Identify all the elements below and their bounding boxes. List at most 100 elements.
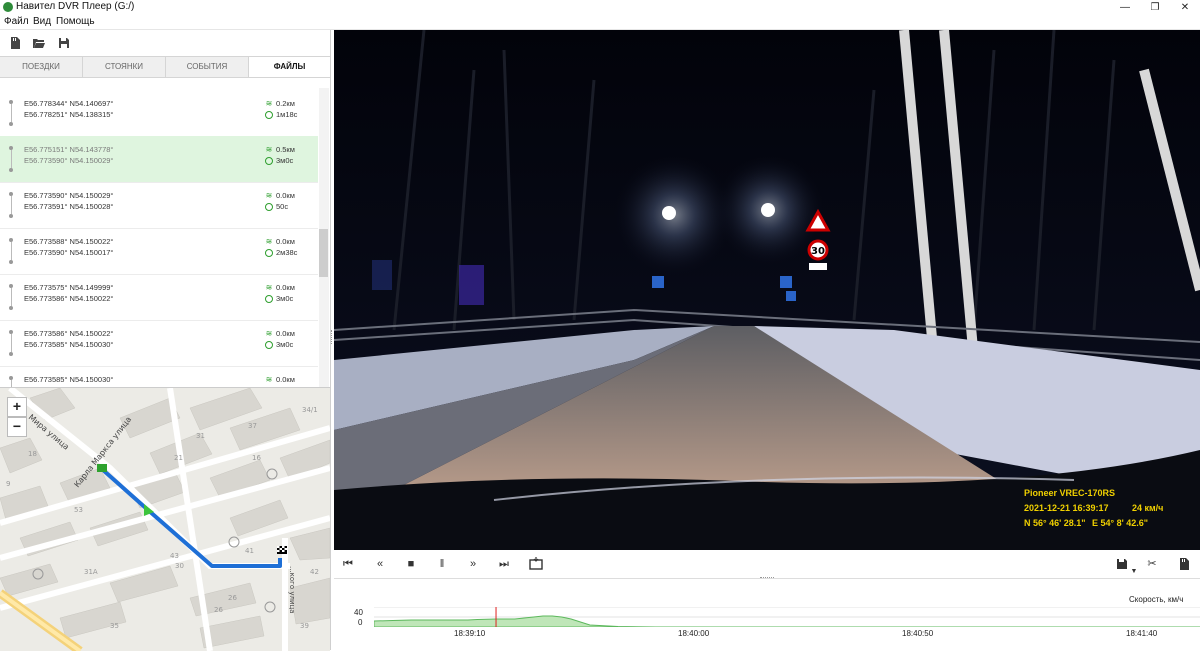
house-number: 35 <box>110 622 119 630</box>
trip-row[interactable]: E56.773585° N54.150030° ≋ 0.0км <box>0 366 318 388</box>
trip-duration: 3м0с <box>276 340 294 349</box>
menu-view[interactable]: Вид <box>33 16 51 27</box>
trip-distance: 0.0км <box>276 237 295 246</box>
minimize-button[interactable]: — <box>1110 0 1140 15</box>
sd-card-icon[interactable] <box>1176 556 1192 572</box>
trip-distance: 0.0км <box>276 283 295 292</box>
x-tick-label: 18:39:10 <box>454 629 486 638</box>
x-tick-label: 18:40:00 <box>678 629 710 638</box>
trip-duration: 3м0с <box>276 156 294 165</box>
maximize-button[interactable]: ❐ <box>1140 0 1170 15</box>
trip-duration: 1м18с <box>276 110 298 119</box>
house-number: 9 <box>6 480 10 488</box>
trip-row[interactable]: E56.773590° N54.150029° E56.773591° N54.1… <box>0 182 318 229</box>
trip-distance: 0.0км <box>276 191 295 200</box>
house-number: 42 <box>310 568 319 576</box>
trip-end-coord: E56.773590° N54.150029° <box>24 156 114 165</box>
house-number: 26 <box>214 606 223 614</box>
clock-icon <box>265 203 273 211</box>
trip-row[interactable]: E56.773586° N54.150022° E56.773585° N54.1… <box>0 320 318 367</box>
route-map[interactable]: Мира улица Карла Маркса улица ...кого ул… <box>0 387 330 651</box>
map-canvas: Мира улица Карла Маркса улица ...кого ул… <box>0 388 330 651</box>
trip-start-coord: E56.773588° N54.150022° <box>24 237 114 246</box>
tab-events[interactable]: СОБЫТИЯ <box>166 57 249 77</box>
list-scrollbar-thumb[interactable] <box>319 229 328 277</box>
menu-help[interactable]: Помощь <box>56 16 95 27</box>
stop-icon[interactable]: ■ <box>403 556 419 572</box>
osd-datetime: 2021-12-21 16:39:17 <box>1024 503 1109 513</box>
trip-row[interactable]: E56.773575° N54.149999° E56.773586° N54.1… <box>0 274 318 321</box>
trip-list: E56.778344° N54.140697° E56.778251° N54.1… <box>0 88 320 388</box>
distance-icon: ≋ <box>265 375 273 384</box>
distance-icon: ≋ <box>265 329 273 338</box>
trip-distance: 0.2км <box>276 99 295 108</box>
y-tick-label: 40 <box>354 608 363 617</box>
trip-distance: 0.5км <box>276 145 295 154</box>
route-endpoints-icon <box>9 146 13 172</box>
route-endpoints-icon <box>9 330 13 356</box>
house-number: 39 <box>300 622 309 630</box>
y-tick-label: 0 <box>358 618 363 627</box>
video-frame: 30 <box>334 30 1200 550</box>
osd-speed: 24 км/ч <box>1132 503 1164 513</box>
toolbar <box>0 30 330 55</box>
house-number: 21 <box>174 454 183 462</box>
trip-end-coord: E56.773590° N54.150017° <box>24 248 114 257</box>
trip-end-coord: E56.778251° N54.138315° <box>24 110 114 119</box>
trip-duration: 50с <box>276 202 289 211</box>
clock-icon <box>265 341 273 349</box>
house-number: 34/1 <box>302 406 318 414</box>
speed-limit-sign: 30 <box>811 246 825 257</box>
trip-end-coord: E56.773585° N54.150030° <box>24 340 114 349</box>
house-number: 26 <box>228 594 237 602</box>
left-panel: ПОЕЗДКИ СТОЯНКИ СОБЫТИЯ ФАЙЛЫ E56.778344… <box>0 30 331 651</box>
menu-bar: Файл Вид Помощь <box>0 15 1200 30</box>
route-endpoints-icon <box>9 100 13 126</box>
pause-icon[interactable]: ‖ <box>434 556 450 572</box>
trip-end-coord: E56.773591° N54.150028° <box>24 202 114 211</box>
title-bar: Навител DVR Плеер (G:/) — ❐ ✕ <box>0 0 1200 15</box>
trip-distance: 0.0км <box>276 329 295 338</box>
trip-end-coord: E56.773586° N54.150022° <box>24 294 114 303</box>
speed-graph[interactable]: Скорость, км/ч 40 0 18:39:10 18:40:00 18:4… <box>334 578 1200 651</box>
skip-start-icon[interactable]: ⏮ <box>340 556 356 572</box>
house-number: 30 <box>175 562 184 570</box>
zoom-in-button[interactable]: + <box>7 397 27 417</box>
zoom-out-button[interactable]: − <box>7 417 27 437</box>
speed-area-series <box>374 615 1200 627</box>
trip-duration: 3м0с <box>276 294 294 303</box>
tab-parking[interactable]: СТОЯНКИ <box>83 57 166 77</box>
trip-row[interactable]: E56.775151° N54.143778° E56.773590° N54.1… <box>0 136 318 183</box>
folder-open-icon[interactable] <box>32 36 46 50</box>
distance-icon: ≋ <box>265 191 273 200</box>
tab-trips[interactable]: ПОЕЗДКИ <box>0 57 83 77</box>
house-number: 31A <box>84 568 98 576</box>
distance-icon: ≋ <box>265 283 273 292</box>
playback-controls: ⏮ « ■ ‖ » ⏭ ▼ ✂ <box>334 552 1200 576</box>
tab-files[interactable]: ФАЙЛЫ <box>249 57 330 77</box>
clock-icon <box>265 295 273 303</box>
clock-icon <box>265 157 273 165</box>
menu-file[interactable]: Файл <box>4 16 29 27</box>
chart-ylabel: Скорость, км/ч <box>1129 595 1184 604</box>
app-logo-icon <box>3 2 13 12</box>
trip-row[interactable]: E56.778344° N54.140697° E56.778251° N54.1… <box>0 90 318 137</box>
trip-row[interactable]: E56.773588° N54.150022° E56.773590° N54.1… <box>0 228 318 275</box>
skip-end-icon[interactable]: ⏭ <box>496 556 512 572</box>
tab-bar: ПОЕЗДКИ СТОЯНКИ СОБЫТИЯ ФАЙЛЫ <box>0 56 330 78</box>
save-icon[interactable] <box>57 36 71 50</box>
scissors-icon[interactable]: ✂ <box>1144 556 1160 572</box>
rewind-icon[interactable]: « <box>372 556 388 572</box>
clock-icon <box>265 111 273 119</box>
close-button[interactable]: ✕ <box>1170 0 1200 15</box>
osd-longitude: E 54° 8' 42.6" <box>1092 518 1149 528</box>
house-number: 53 <box>74 506 83 514</box>
fast-forward-icon[interactable]: » <box>465 556 481 572</box>
window-title: Навител DVR Плеер (G:/) <box>16 1 135 12</box>
snapshot-icon[interactable] <box>528 556 544 572</box>
video-player[interactable]: 30 Pioneer VREC-170RS 2021-12-21 16:39:1… <box>334 30 1200 550</box>
start-flag-icon <box>97 464 107 472</box>
distance-icon: ≋ <box>265 99 273 108</box>
trip-start-coord: E56.778344° N54.140697° <box>24 99 114 108</box>
sd-card-icon[interactable] <box>8 36 22 50</box>
